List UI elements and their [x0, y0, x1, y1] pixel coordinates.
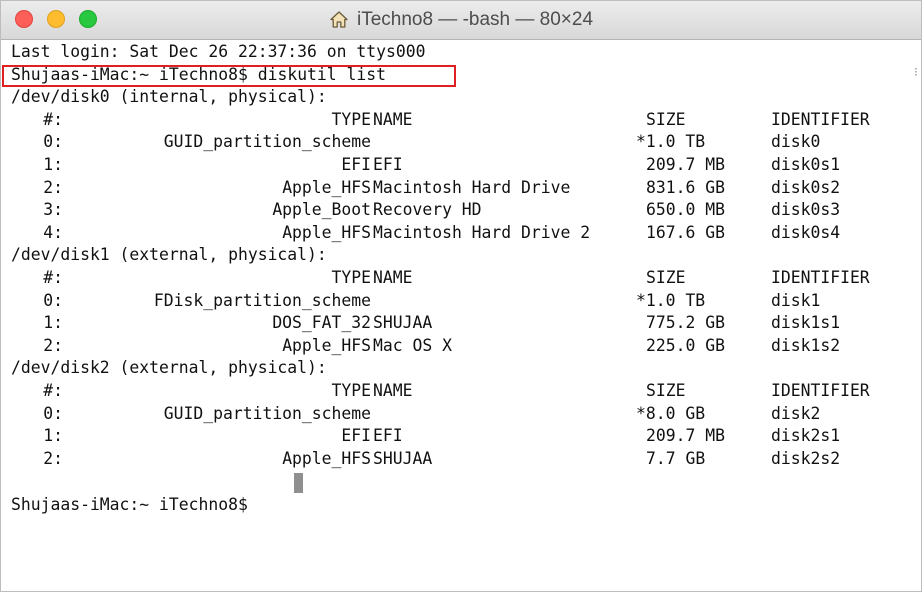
table-row: 4: Apple_HFS Macintosh Hard Drive 2 167.6 G… — [1, 222, 909, 245]
row-type: EFI — [341, 426, 371, 446]
row-num: 1: — [43, 155, 63, 174]
terminal-window: iTechno8 — -bash — 80×24 Last login: Sat… — [0, 0, 922, 592]
row-identifier: disk0s2 — [771, 177, 841, 197]
table-header: #: TYPE NAME SIZE IDENTIFIER — [1, 267, 909, 290]
row-identifier: disk0s3 — [771, 200, 841, 220]
row-type: EFI — [341, 155, 371, 174]
row-num: 0: — [43, 290, 63, 310]
row-type: Apple_HFS — [282, 448, 371, 468]
row-size: 167.6 GB — [646, 222, 725, 242]
row-num: 4: — [43, 222, 63, 242]
header-name: NAME — [373, 381, 413, 400]
row-name: SHUJAA — [373, 313, 433, 333]
row-size: *1.0 TB — [636, 290, 706, 310]
row-name: Recovery HD — [373, 200, 482, 220]
table-row: 2: Apple_HFS Macintosh Hard Drive 831.6 GB d… — [1, 177, 909, 200]
row-num: 1: — [43, 313, 63, 333]
row-type: Apple_HFS — [282, 335, 371, 355]
row-type: Apple_HFS — [282, 177, 371, 197]
row-name: SHUJAA — [373, 448, 433, 468]
header-name: NAME — [373, 268, 413, 287]
header-identifier: IDENTIFIER — [771, 268, 870, 287]
row-num: 0: — [43, 132, 63, 152]
table-row: 0: FDisk_partition_scheme *1.0 TB disk1 — [1, 290, 909, 313]
row-identifier: disk2s2 — [771, 448, 841, 468]
table-header: #: TYPE NAME SIZE IDENTIFIER — [1, 109, 909, 132]
home-icon — [329, 10, 349, 30]
row-type: GUID_partition_scheme — [163, 403, 371, 423]
table-row: 0: GUID_partition_scheme *1.0 TB disk0 — [1, 131, 909, 154]
row-num: 0: — [43, 403, 63, 423]
row-name: EFI — [373, 155, 403, 174]
row-identifier: disk2s1 — [771, 426, 841, 446]
scroll-indicator[interactable]: ⁝ — [914, 65, 918, 79]
terminal-content[interactable]: Last login: Sat Dec 26 22:37:36 on ttys0… — [1, 40, 909, 591]
final-prompt-line: Shujaas-iMac:~ iTechno8$ — [11, 495, 248, 514]
row-size: *1.0 TB — [636, 132, 706, 152]
window-title-area: iTechno8 — -bash — 80×24 — [1, 1, 921, 39]
table-row: 1: EFI EFI 209.7 MB disk2s1 — [1, 425, 909, 448]
header-size: SIZE — [646, 109, 686, 129]
header-num: #: — [43, 381, 63, 400]
row-type: Apple_Boot — [272, 200, 371, 220]
row-size: 209.7 MB — [646, 426, 725, 446]
title-bar[interactable]: iTechno8 — -bash — 80×24 — [1, 1, 921, 40]
header-num: #: — [43, 109, 63, 129]
disk-device-line: /dev/disk0 (internal, physical): — [11, 87, 327, 107]
text-cursor — [294, 473, 303, 493]
row-num: 1: — [43, 426, 63, 446]
row-type: GUID_partition_scheme — [163, 132, 371, 152]
row-name: EFI — [373, 426, 403, 446]
row-identifier: disk0 — [771, 132, 821, 152]
header-type: TYPE — [331, 381, 371, 400]
row-size: 209.7 MB — [646, 155, 725, 174]
row-name: Macintosh Hard Drive 2 — [373, 222, 591, 242]
row-size: 225.0 GB — [646, 335, 725, 355]
row-size: *8.0 GB — [636, 403, 706, 423]
table-row: 3: Apple_Boot Recovery HD 650.0 MB disk0s3 — [1, 199, 909, 222]
row-type: FDisk_partition_scheme — [153, 290, 371, 310]
table-row: 0: GUID_partition_scheme *8.0 GB disk2 — [1, 403, 909, 426]
header-type: TYPE — [331, 268, 371, 287]
header-identifier: IDENTIFIER — [771, 381, 870, 400]
header-name: NAME — [373, 109, 413, 129]
header-identifier: IDENTIFIER — [771, 109, 870, 129]
row-num: 2: — [43, 448, 63, 468]
command-highlight-box — [2, 65, 456, 87]
header-size: SIZE — [646, 268, 686, 287]
row-identifier: disk0s4 — [771, 222, 841, 242]
last-login-line: Last login: Sat Dec 26 22:37:36 on ttys0… — [11, 42, 426, 61]
row-name: Macintosh Hard Drive — [373, 177, 571, 197]
row-identifier: disk2 — [771, 403, 821, 423]
row-type: DOS_FAT_32 — [272, 313, 371, 333]
table-row: 2: Apple_HFS Mac OS X 225.0 GB disk1s2 — [1, 335, 909, 358]
row-identifier: disk1 — [771, 290, 821, 310]
table-row: 2: Apple_HFS SHUJAA 7.7 GB disk2s2 — [1, 448, 909, 471]
disk-device-line: /dev/disk2 (external, physical): — [11, 358, 327, 378]
table-row: 1: DOS_FAT_32 SHUJAA 775.2 GB disk1s1 — [1, 312, 909, 335]
header-size: SIZE — [646, 381, 686, 400]
header-type: TYPE — [331, 109, 371, 129]
row-size: 650.0 MB — [646, 200, 725, 220]
row-type: Apple_HFS — [282, 222, 371, 242]
row-size: 7.7 GB — [646, 448, 706, 468]
row-num: 2: — [43, 177, 63, 197]
row-num: 2: — [43, 335, 63, 355]
window-title: iTechno8 — -bash — 80×24 — [356, 9, 594, 30]
row-num: 3: — [43, 200, 63, 220]
disk-device-line: /dev/disk1 (external, physical): — [11, 245, 327, 265]
row-identifier: disk1s2 — [771, 335, 841, 355]
table-header: #: TYPE NAME SIZE IDENTIFIER — [1, 380, 909, 403]
row-name: Mac OS X — [373, 335, 452, 355]
row-identifier: disk0s1 — [771, 155, 841, 174]
table-row: 1: EFI EFI 209.7 MB disk0s1 — [1, 154, 909, 177]
row-size: 831.6 GB — [646, 177, 725, 197]
row-identifier: disk1s1 — [771, 313, 841, 333]
row-size: 775.2 GB — [646, 313, 725, 333]
header-num: #: — [43, 268, 63, 287]
